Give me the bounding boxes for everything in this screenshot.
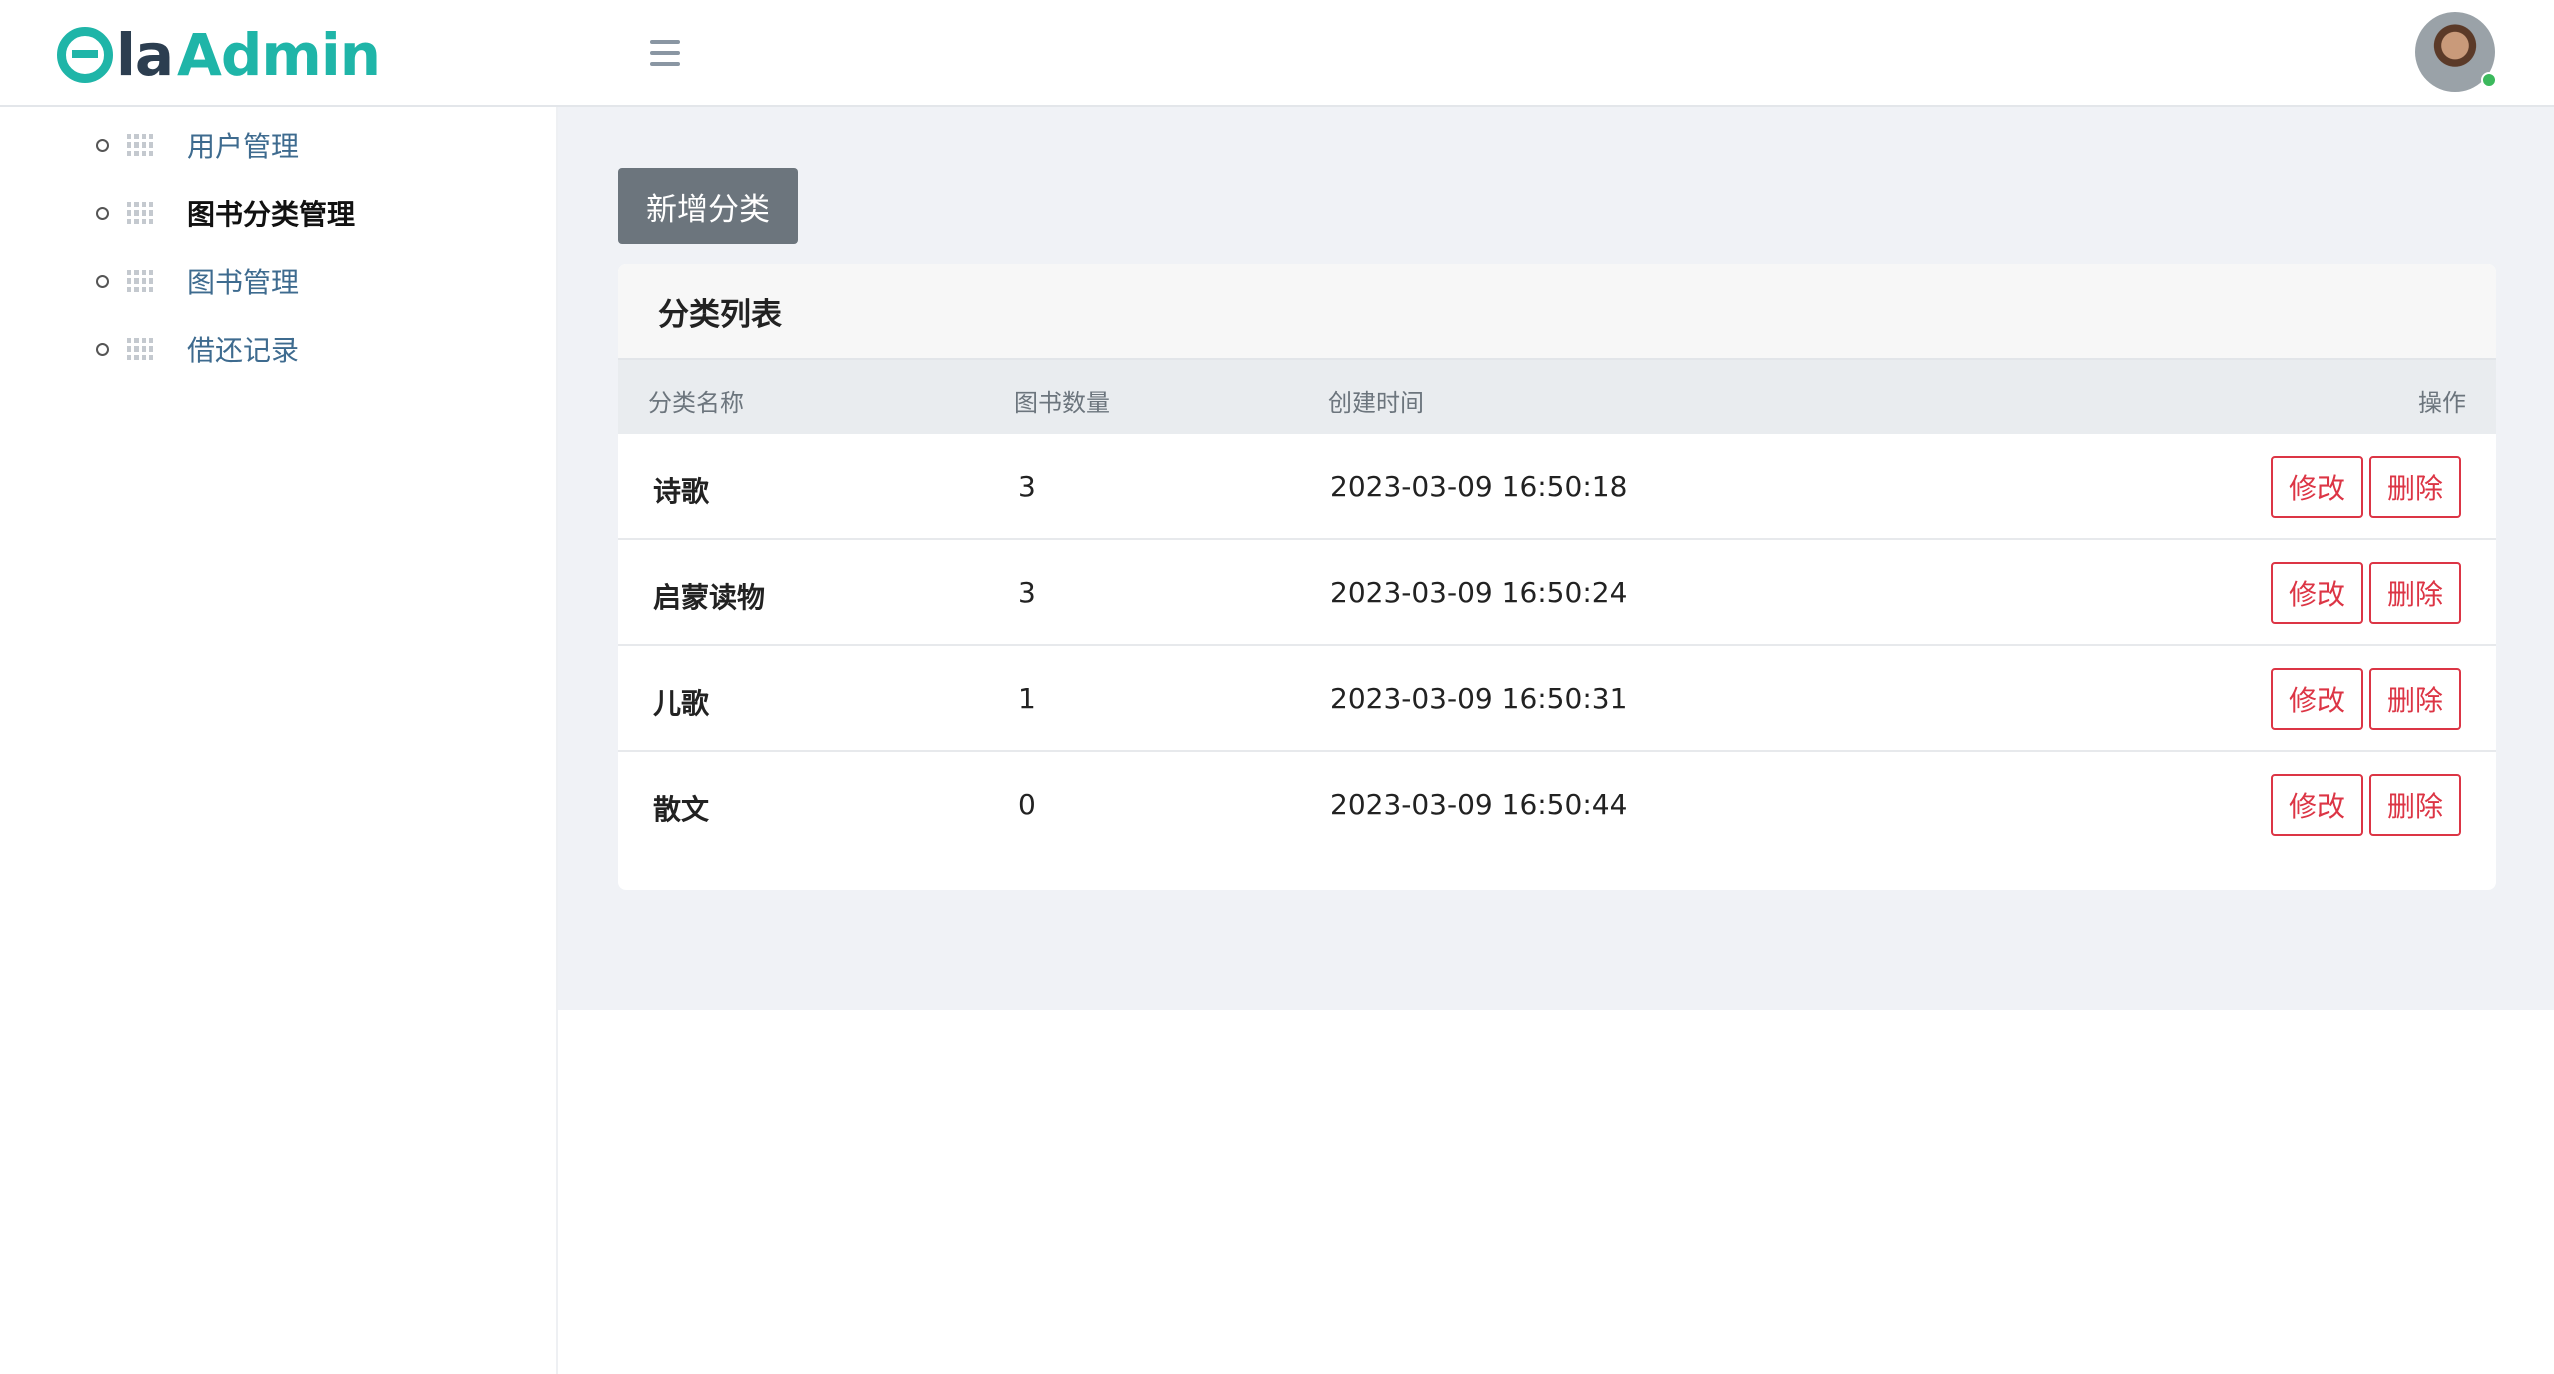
grid-icon xyxy=(127,338,153,360)
avatar[interactable] xyxy=(2415,12,2497,92)
bullet-icon xyxy=(96,274,109,288)
category-list-card: 分类列表 分类名称 图书数量 创建时间 操作 诗歌 3 2023-03-09 1… xyxy=(618,264,2496,890)
column-header-actions: 操作 xyxy=(2418,389,2466,417)
category-name: 儿歌 xyxy=(653,687,710,720)
book-count: 0 xyxy=(1018,788,1036,821)
row-actions: 修改 删除 xyxy=(2271,456,2461,518)
row-actions: 修改 删除 xyxy=(2271,562,2461,624)
table-row: 儿歌 1 2023-03-09 16:50:31 修改 删除 xyxy=(618,646,2496,752)
sidebar-item-book-management[interactable]: 图书管理 xyxy=(96,256,299,306)
bullet-icon xyxy=(96,138,109,152)
grid-icon xyxy=(127,270,153,292)
ela-admin-logo[interactable]: la Admin xyxy=(57,21,381,89)
sidebar-item-borrow-records[interactable]: 借还记录 xyxy=(96,324,299,374)
sidebar: 用户管理 图书分类管理 图书管理 借还记录 xyxy=(0,107,558,1374)
category-name: 散文 xyxy=(653,793,710,826)
add-category-button[interactable]: 新增分类 xyxy=(618,168,798,244)
column-header-count: 图书数量 xyxy=(1014,389,1110,417)
row-actions: 修改 删除 xyxy=(2271,774,2461,836)
column-header-name: 分类名称 xyxy=(648,389,744,417)
bullet-icon xyxy=(96,206,109,220)
sidebar-item-label: 图书管理 xyxy=(187,266,300,299)
table-row: 散文 0 2023-03-09 16:50:44 修改 删除 xyxy=(618,752,2496,858)
logo-e-icon xyxy=(57,27,113,83)
created-time: 2023-03-09 16:50:31 xyxy=(1330,682,1628,715)
created-time: 2023-03-09 16:50:24 xyxy=(1330,576,1628,609)
online-status-dot xyxy=(2481,72,2497,88)
delete-button[interactable]: 删除 xyxy=(2369,668,2461,730)
bullet-icon xyxy=(96,342,109,356)
category-name: 启蒙读物 xyxy=(653,581,766,614)
table-row: 诗歌 3 2023-03-09 16:50:18 修改 删除 xyxy=(618,434,2496,540)
column-header-created: 创建时间 xyxy=(1328,389,1424,417)
book-count: 3 xyxy=(1018,576,1036,609)
grid-icon xyxy=(127,134,153,156)
main-content: 新增分类 分类列表 分类名称 图书数量 创建时间 操作 诗歌 3 2023-03… xyxy=(558,107,2554,1010)
table-row: 启蒙读物 3 2023-03-09 16:50:24 修改 删除 xyxy=(618,540,2496,646)
delete-button[interactable]: 删除 xyxy=(2369,562,2461,624)
delete-button[interactable]: 删除 xyxy=(2369,774,2461,836)
sidebar-item-label: 用户管理 xyxy=(187,130,300,163)
row-actions: 修改 删除 xyxy=(2271,668,2461,730)
table-header: 分类名称 图书数量 创建时间 操作 xyxy=(618,360,2496,434)
delete-button[interactable]: 删除 xyxy=(2369,456,2461,518)
edit-button[interactable]: 修改 xyxy=(2271,774,2363,836)
sidebar-item-user-management[interactable]: 用户管理 xyxy=(96,120,299,170)
category-name: 诗歌 xyxy=(653,475,710,508)
logo-text-la: la xyxy=(116,21,174,89)
created-time: 2023-03-09 16:50:44 xyxy=(1330,788,1628,821)
sidebar-item-category-management[interactable]: 图书分类管理 xyxy=(96,188,355,238)
created-time: 2023-03-09 16:50:18 xyxy=(1330,470,1628,503)
logo-text-admin: Admin xyxy=(177,21,381,89)
edit-button[interactable]: 修改 xyxy=(2271,456,2363,518)
sidebar-item-label: 借还记录 xyxy=(187,334,300,367)
book-count: 1 xyxy=(1018,682,1036,715)
grid-icon xyxy=(127,202,153,224)
menu-icon[interactable] xyxy=(650,40,680,66)
edit-button[interactable]: 修改 xyxy=(2271,562,2363,624)
card-title: 分类列表 xyxy=(618,264,2496,360)
edit-button[interactable]: 修改 xyxy=(2271,668,2363,730)
book-count: 3 xyxy=(1018,470,1036,503)
sidebar-item-label: 图书分类管理 xyxy=(187,198,356,231)
top-header: la Admin xyxy=(0,0,2554,107)
